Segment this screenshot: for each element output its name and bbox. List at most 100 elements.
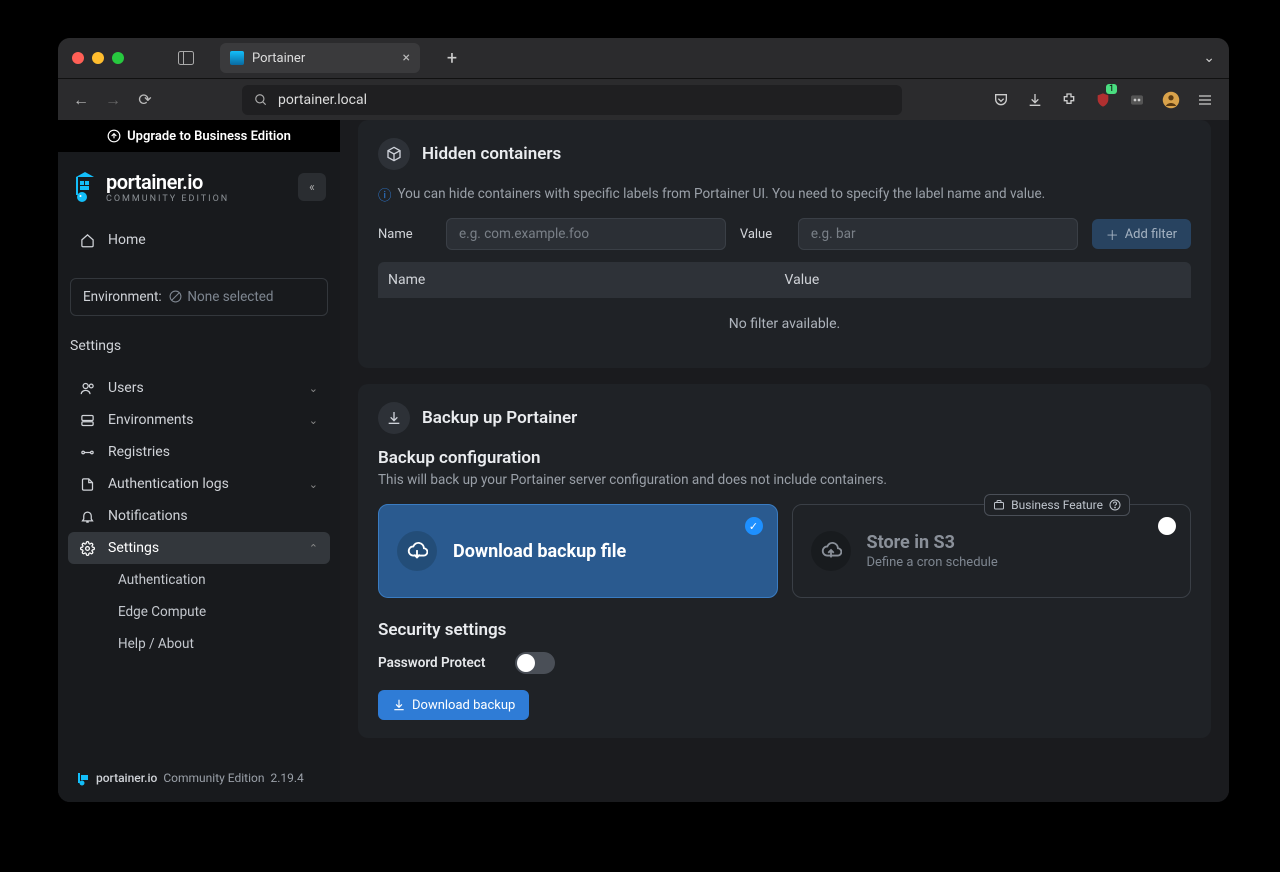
cloud-upload-icon — [811, 531, 851, 571]
info-icon: ⓘ — [378, 184, 392, 204]
sidebar-item-label: Environments — [108, 412, 193, 428]
upgrade-banner[interactable]: Upgrade to Business Edition — [58, 120, 340, 152]
password-protect-row: Password Protect — [378, 652, 1191, 674]
sidebar-footer: portainer.io Community Edition 2.19.4 — [58, 756, 340, 802]
card-title: Store in S3 — [867, 532, 998, 553]
portainer-logo-icon — [72, 171, 98, 203]
urlbar: ← → ⟳ portainer.local — [58, 78, 1229, 120]
add-filter-button[interactable]: ＋ Add filter — [1092, 219, 1191, 249]
col-name: Name — [388, 272, 785, 288]
sidebar-item-notifications[interactable]: Notifications — [68, 500, 330, 532]
brand-edition: COMMUNITY EDITION — [106, 194, 229, 204]
profile-icon[interactable] — [1161, 90, 1181, 110]
sidebar-item-registries[interactable]: Registries — [68, 436, 330, 468]
sidebar-item-users[interactable]: Users ⌄ — [68, 372, 330, 404]
environments-icon — [80, 413, 96, 428]
cloud-download-icon — [397, 531, 437, 571]
sidebar-sub-authentication[interactable]: Authentication — [68, 564, 330, 596]
slash-icon — [169, 290, 182, 303]
card-download-backup[interactable]: Download backup file ✓ — [378, 504, 778, 598]
password-protect-toggle[interactable] — [515, 652, 555, 674]
sidebar-sub-edge[interactable]: Edge Compute — [68, 596, 330, 628]
extensions-icon[interactable] — [1059, 90, 1079, 110]
panel-title: Backup up Portainer — [422, 408, 577, 428]
reload-icon[interactable]: ⟳ — [136, 90, 154, 109]
help-icon — [1109, 499, 1121, 511]
sidebar-item-home[interactable]: Home — [68, 224, 330, 256]
biz-badge-text: Business Feature — [1011, 498, 1103, 512]
brand-logo[interactable]: portainer.io COMMUNITY EDITION — [72, 170, 229, 204]
filter-value-input[interactable] — [798, 218, 1078, 250]
minimize-window-icon[interactable] — [92, 52, 104, 64]
main-content: Hidden containers ⓘ You can hide contain… — [340, 120, 1229, 802]
address-text: portainer.local — [278, 92, 367, 108]
empty-state: No filter available. — [378, 298, 1191, 350]
environment-selector[interactable]: Environment: None selected — [70, 278, 328, 316]
footer-version: 2.19.4 — [271, 771, 304, 785]
downloads-icon[interactable] — [1025, 90, 1045, 110]
upgrade-icon — [107, 129, 121, 143]
backup-config-desc: This will back up your Portainer server … — [378, 472, 1191, 488]
portainer-mini-logo-icon — [76, 770, 90, 786]
tabs-dropdown-icon[interactable]: ⌄ — [1203, 50, 1215, 66]
sidebar-section-settings: Settings — [58, 326, 340, 360]
pocket-icon[interactable] — [991, 90, 1011, 110]
search-icon — [254, 93, 268, 107]
filter-row: Name Value ＋ Add filter — [378, 218, 1191, 250]
address-bar[interactable]: portainer.local — [242, 85, 902, 115]
forward-icon[interactable]: → — [104, 90, 122, 110]
file-icon — [80, 477, 96, 492]
sidebar-item-label: Settings — [108, 540, 159, 556]
security-settings-heading: Security settings — [378, 620, 1191, 640]
info-line: ⓘ You can hide containers with specific … — [378, 184, 1191, 204]
toolbar-icons — [991, 90, 1215, 110]
tab-title: Portainer — [252, 51, 305, 66]
footer-edition: Community Edition — [163, 771, 264, 785]
panel-title: Hidden containers — [422, 144, 561, 164]
sidebar-item-environments[interactable]: Environments ⌄ — [68, 404, 330, 436]
ublock-icon[interactable] — [1093, 90, 1113, 110]
filter-table-header: Name Value — [378, 262, 1191, 298]
sidebar-sub-help[interactable]: Help / About — [68, 628, 330, 660]
favicon-icon — [230, 51, 244, 65]
add-filter-label: Add filter — [1125, 227, 1177, 242]
briefcase-icon — [993, 499, 1005, 511]
info-text: You can hide containers with specific la… — [398, 186, 1046, 202]
back-icon[interactable]: ← — [72, 90, 90, 110]
hidden-containers-panel: Hidden containers ⓘ You can hide contain… — [358, 120, 1211, 368]
card-title: Download backup file — [453, 541, 626, 562]
bell-icon — [80, 509, 96, 524]
sidebar-item-authlogs[interactable]: Authentication logs ⌄ — [68, 468, 330, 500]
sidebar-item-label: Home — [108, 232, 146, 248]
sidebar-item-label: Registries — [108, 444, 170, 460]
business-feature-badge: Business Feature — [984, 494, 1130, 516]
upgrade-text: Upgrade to Business Edition — [127, 129, 291, 144]
menu-icon[interactable] — [1195, 90, 1215, 110]
collapse-sidebar-button[interactable]: « — [298, 173, 326, 201]
col-value: Value — [785, 272, 1182, 288]
sidebar-item-settings[interactable]: Settings ⌃ — [68, 532, 330, 564]
titlebar: Portainer × + ⌄ — [58, 38, 1229, 78]
gear-icon — [80, 541, 96, 556]
download-icon — [378, 402, 410, 434]
browser-tab[interactable]: Portainer × — [220, 43, 420, 73]
env-value: None selected — [187, 289, 273, 305]
new-tab-button[interactable]: + — [438, 48, 466, 69]
chevron-up-icon: ⌃ — [309, 542, 318, 555]
chevron-down-icon: ⌄ — [309, 382, 318, 395]
backup-option-cards: Download backup file ✓ Business Feature … — [378, 504, 1191, 598]
brand-name: portainer.io — [106, 170, 229, 194]
download-backup-button[interactable]: Download backup — [378, 690, 529, 720]
close-tab-icon[interactable]: × — [403, 50, 410, 66]
maximize-window-icon[interactable] — [112, 52, 124, 64]
filter-name-input[interactable] — [446, 218, 726, 250]
download-backup-label: Download backup — [412, 698, 515, 713]
sidebar-item-label: Notifications — [108, 508, 188, 524]
card-subtitle: Define a cron schedule — [867, 555, 998, 570]
tabs-sidebar-icon[interactable] — [178, 51, 194, 65]
backup-config-heading: Backup configuration — [378, 448, 1191, 468]
sidebar-item-label: Authentication logs — [108, 476, 229, 492]
extension-icon-2[interactable] — [1127, 90, 1147, 110]
card-store-s3[interactable]: Business Feature Store in S3 Define a cr… — [792, 504, 1192, 598]
close-window-icon[interactable] — [72, 52, 84, 64]
